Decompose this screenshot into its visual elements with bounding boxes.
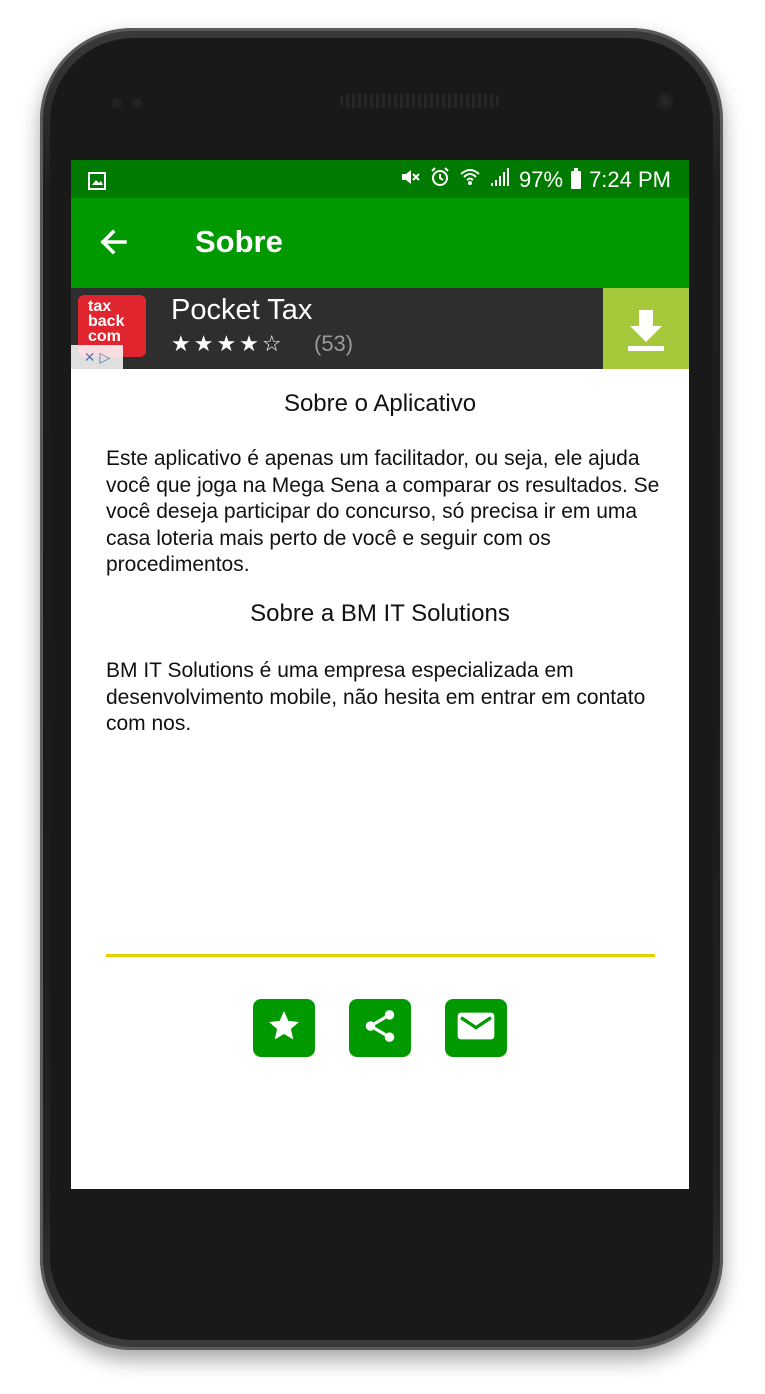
share-icon <box>361 1007 399 1050</box>
star-icon <box>266 1008 302 1049</box>
sensor <box>112 98 122 108</box>
share-button[interactable] <box>349 999 411 1057</box>
about-company-heading: Sobre a BM IT Solutions <box>250 600 510 627</box>
speaker-grille <box>340 94 500 108</box>
mute-icon <box>399 166 421 194</box>
page-title: Sobre <box>195 224 283 259</box>
ad-app-name[interactable]: Pocket Tax <box>171 294 312 327</box>
adchoices-icon[interactable]: ▷ <box>99 349 110 366</box>
front-camera <box>652 88 678 114</box>
back-arrow-icon[interactable] <box>95 224 131 260</box>
battery-icon <box>571 168 582 189</box>
rate-button[interactable] <box>253 999 315 1057</box>
ad-banner[interactable]: tax back com Pocket Tax ★★★★☆ (53) ✕ ▷ <box>71 288 689 369</box>
download-icon <box>603 310 689 373</box>
about-app-heading: Sobre o Aplicativo <box>283 390 477 417</box>
divider <box>106 954 655 957</box>
about-company-text: BM IT Solutions é uma empresa especializ… <box>106 659 646 735</box>
ad-download-button[interactable] <box>603 288 689 369</box>
status-bar: 97% 7:24 PM <box>71 160 689 198</box>
ad-choices[interactable]: ✕ ▷ <box>71 345 123 369</box>
clock: 7:24 PM <box>589 167 671 192</box>
about-app-text: Este aplicativo é apenas um facilitador,… <box>106 447 660 576</box>
sensor <box>132 98 142 108</box>
app-bar: Sobre <box>71 198 689 288</box>
signal-icon <box>489 166 511 194</box>
wifi-icon <box>459 166 481 194</box>
alarm-icon <box>429 166 451 194</box>
email-button[interactable] <box>445 999 507 1057</box>
image-icon <box>88 170 106 196</box>
screen: 97% 7:24 PM Sobre tax back com Pocket Ta… <box>71 160 689 1189</box>
battery-percent: 97% <box>519 167 564 192</box>
mail-icon <box>456 1009 496 1048</box>
ad-rating-stars: ★★★★☆ <box>171 331 285 356</box>
close-icon[interactable]: ✕ <box>84 349 96 366</box>
ad-rating-count: (53) <box>314 331 354 356</box>
